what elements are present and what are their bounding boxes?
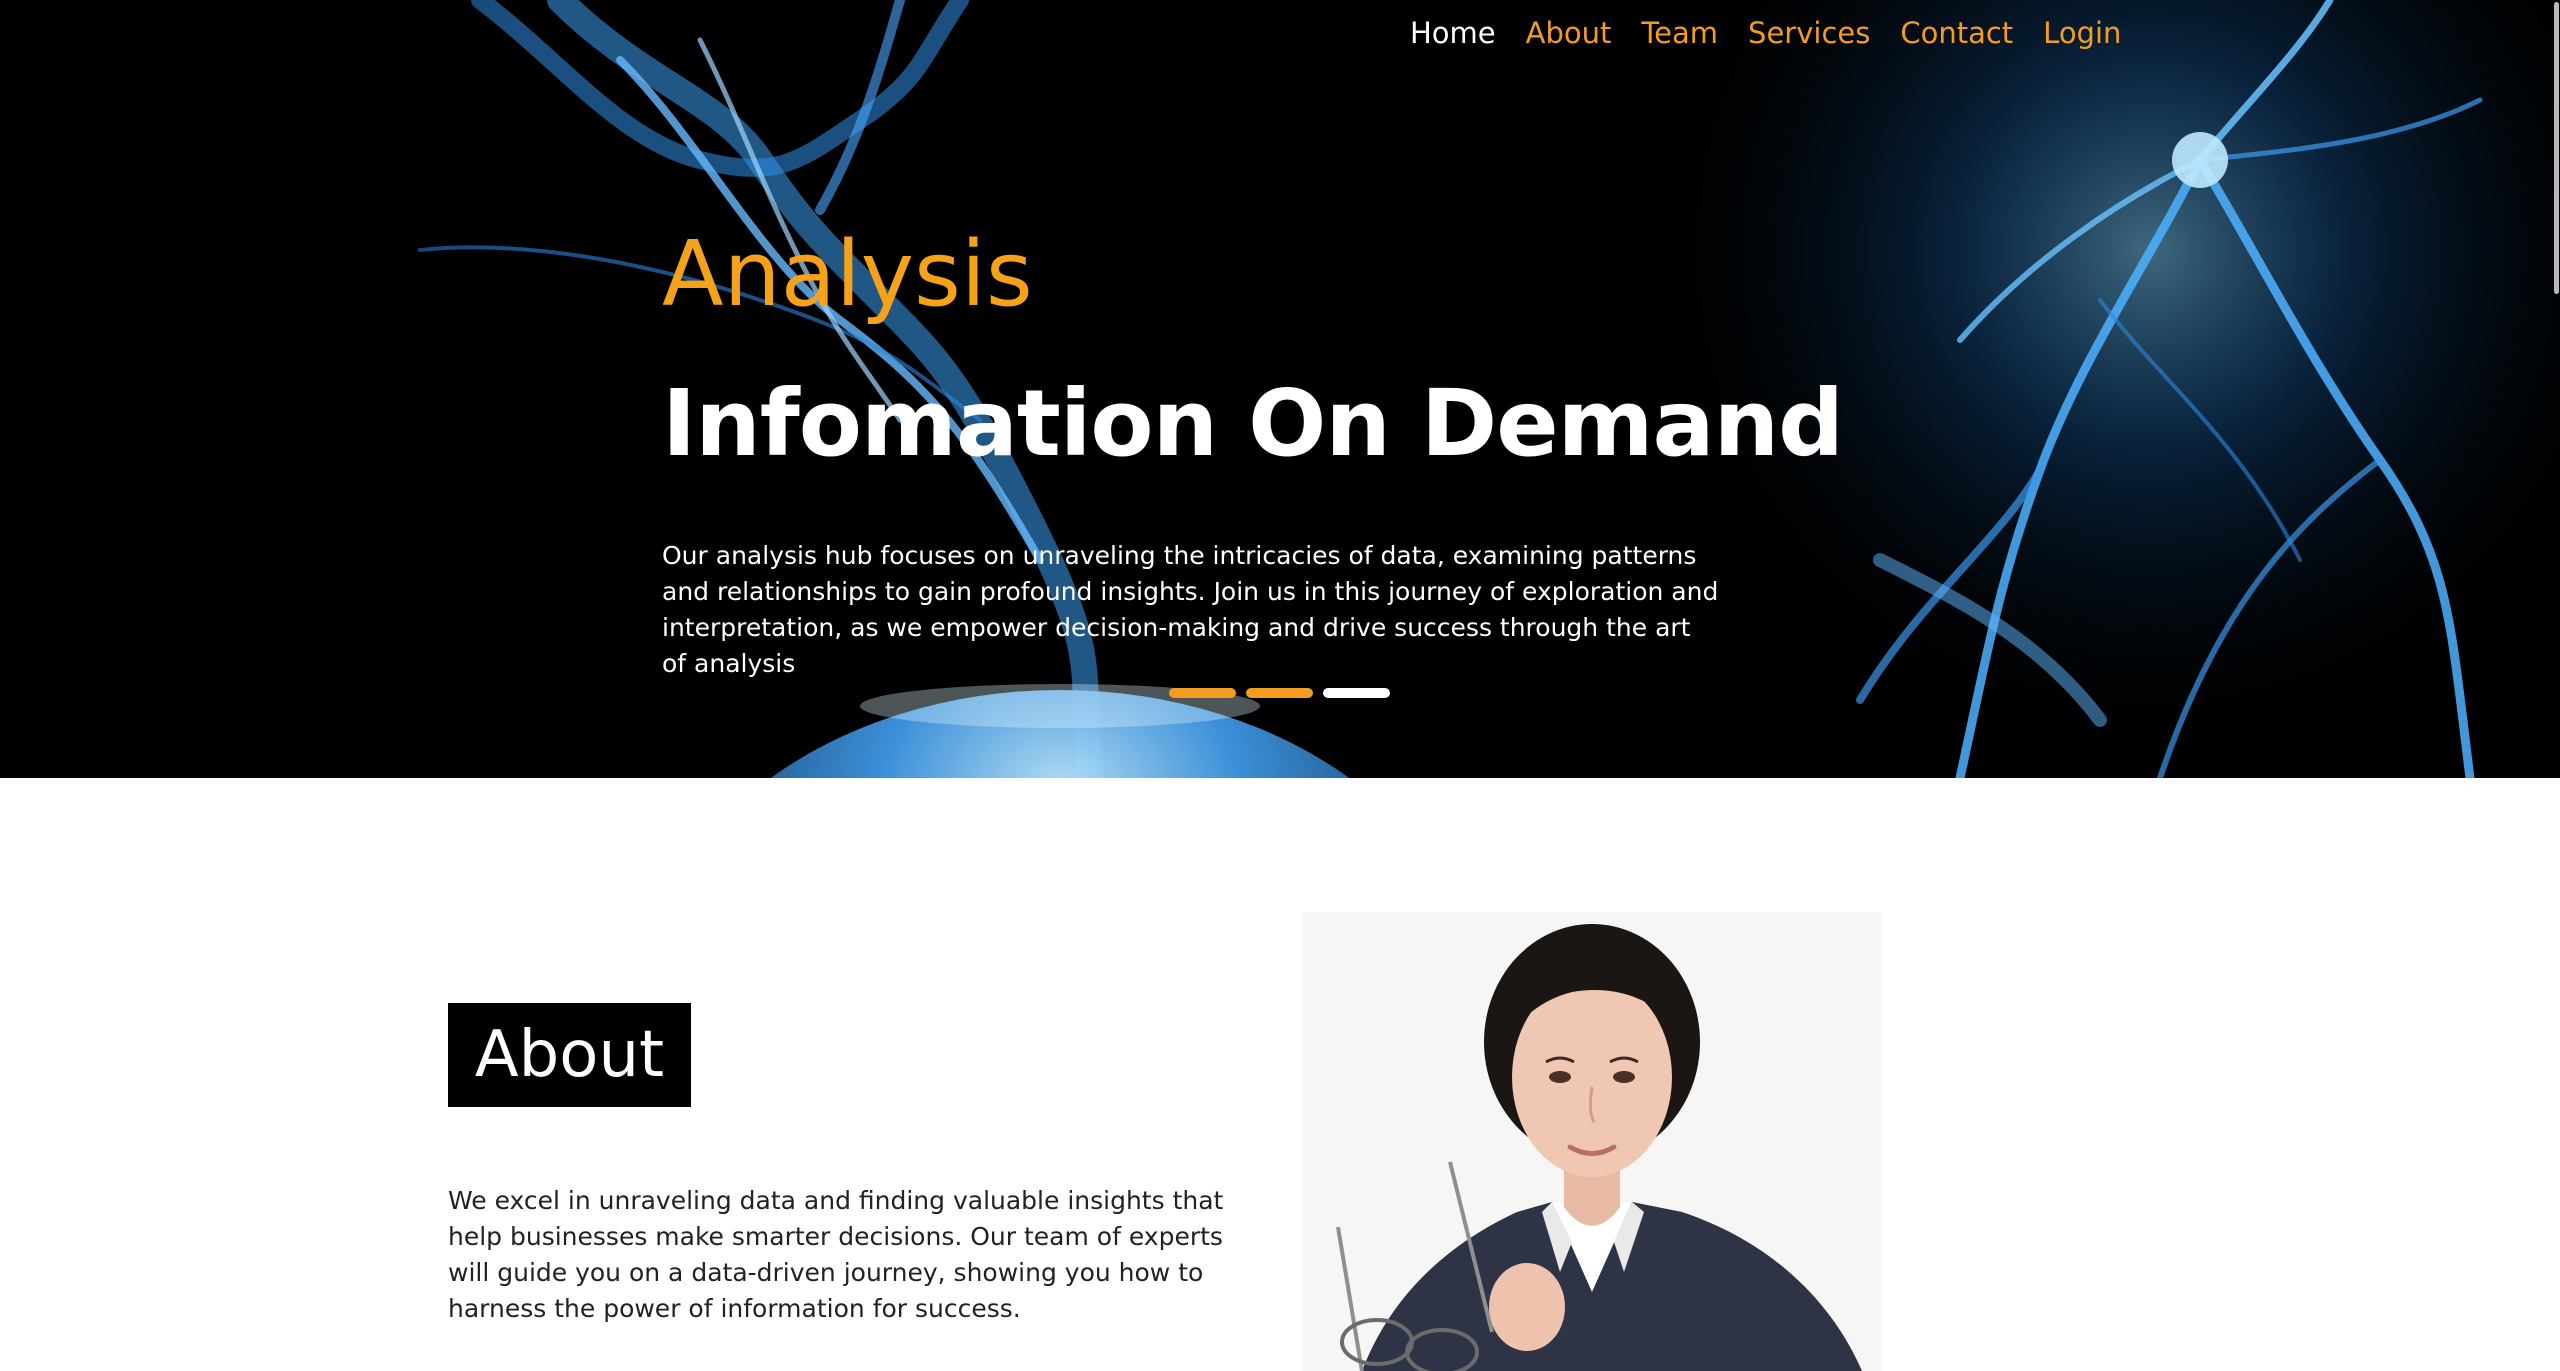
about-heading: About [474,1018,665,1092]
main-nav: Home About Team Services Contact Login [1410,16,2121,50]
hero-carousel: Home About Team Services Contact Login A… [0,0,2560,778]
nav-services-link[interactable]: Services [1748,16,1870,50]
nav-login-link[interactable]: Login [2043,16,2121,50]
hero-kicker: Analysis [662,222,1033,327]
carousel-indicator-1[interactable] [1169,688,1236,698]
carousel-indicator-2[interactable] [1246,688,1313,698]
nav-contact-link[interactable]: Contact [1900,16,2013,50]
nav-about-link[interactable]: About [1526,16,1612,50]
about-text: We excel in unraveling data and finding … [448,1186,1224,1323]
about-section: About We excel in unraveling data and fi… [0,778,2560,1371]
scrollbar-thumb[interactable] [2554,2,2559,294]
nav-home-link[interactable]: Home [1410,16,1496,50]
carousel-indicators [1169,688,1390,698]
businesswoman-illustration [1302,912,1882,1371]
hero-description: Our analysis hub focuses on unraveling t… [662,541,1719,678]
carousel-indicator-3[interactable] [1323,688,1390,698]
hero-title: Infomation On Demand [662,370,1844,477]
about-heading-box: About [448,1003,691,1107]
businesswoman-photo [1302,912,1882,1371]
page-scrollbar[interactable] [2552,0,2560,1371]
nav-team-link[interactable]: Team [1641,16,1718,50]
